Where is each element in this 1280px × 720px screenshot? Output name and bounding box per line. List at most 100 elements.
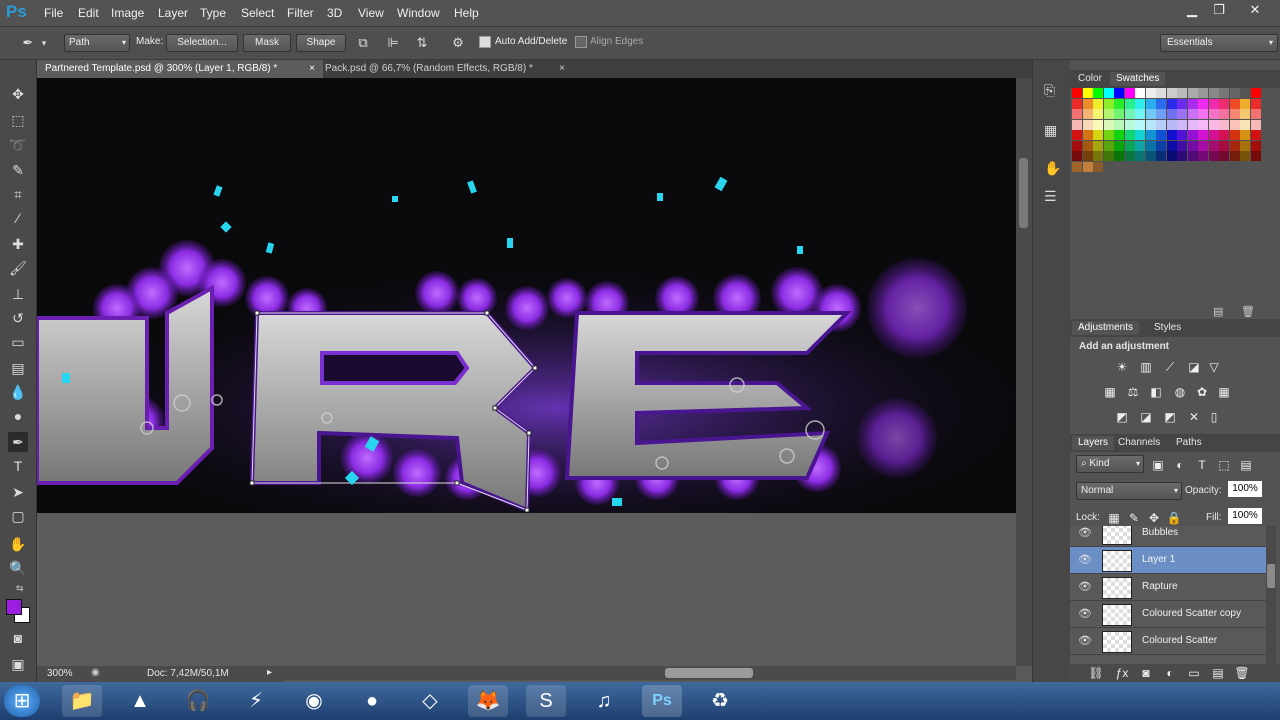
swatch[interactable] [1114, 98, 1124, 109]
auto-add-delete-checkbox[interactable] [479, 36, 491, 48]
horizontal-scrollbar[interactable] [283, 666, 1016, 680]
swatch[interactable] [1124, 130, 1135, 140]
swatch[interactable] [1229, 140, 1240, 151]
itunes-icon[interactable]: ♫ [584, 685, 624, 717]
swatch[interactable] [1219, 88, 1229, 98]
fill-input[interactable]: 100% [1228, 508, 1262, 524]
gear-icon[interactable]: ⚙ [450, 35, 466, 51]
swatch[interactable] [1177, 119, 1187, 130]
layer-row-coloured-scatter[interactable]: 👁 Coloured Scatter [1070, 628, 1266, 655]
swatch[interactable] [1240, 98, 1250, 109]
swatch[interactable] [1219, 140, 1229, 151]
pen-tool-icon[interactable]: ✒ [8, 432, 28, 452]
swatch[interactable] [1198, 140, 1208, 151]
swatch[interactable] [1156, 130, 1166, 140]
swatch[interactable] [1229, 130, 1240, 140]
tab-partnered-template[interactable]: Partnered Template.psd @ 300% (Layer 1, … [37, 60, 323, 78]
audio-icon[interactable]: 🎧 [178, 685, 218, 717]
swatch[interactable] [1156, 109, 1166, 119]
path-selection-tool-icon[interactable]: ➤ [8, 482, 28, 502]
swatch[interactable] [1166, 119, 1177, 130]
tab-layers[interactable]: Layers [1072, 436, 1115, 450]
gradient-map-icon[interactable]: ▯ [1206, 410, 1222, 424]
vibrance-icon[interactable]: ▽ [1206, 360, 1222, 374]
path-alignment-icon[interactable]: ⊫ [385, 35, 401, 51]
history-panel-icon[interactable]: ⎘ [1044, 82, 1060, 98]
swatch[interactable] [1156, 151, 1166, 161]
file-explorer-icon[interactable]: 📁 [62, 685, 102, 717]
swatch[interactable] [1187, 98, 1198, 109]
swatch[interactable] [1198, 109, 1208, 119]
threshold-icon[interactable]: ◩ [1162, 410, 1178, 424]
swatch[interactable] [1166, 140, 1177, 151]
filter-adjustment-icon[interactable]: ◐ [1172, 458, 1188, 472]
minimize-button[interactable]: ▁ [1180, 2, 1204, 18]
tab-paths[interactable]: Paths [1170, 436, 1208, 450]
layer-row-layer-1[interactable]: 👁 Layer 1 [1070, 547, 1266, 574]
invert-icon[interactable]: ◩ [1114, 410, 1130, 424]
swatch[interactable] [1208, 151, 1219, 161]
canvas-area[interactable] [37, 78, 1016, 666]
link-layers-icon[interactable]: ⛓ [1088, 666, 1104, 680]
selective-color-icon[interactable]: ✕ [1186, 410, 1202, 424]
close-icon[interactable]: × [309, 60, 315, 78]
visibility-eye-icon[interactable]: 👁 [1078, 607, 1092, 621]
swatch[interactable] [1166, 98, 1177, 109]
swatch[interactable] [1114, 140, 1124, 151]
swatch[interactable] [1219, 151, 1229, 161]
swatch[interactable] [1124, 140, 1135, 151]
history-brush-tool-icon[interactable]: ↺ [8, 308, 28, 328]
selection-button[interactable]: Selection... [166, 34, 238, 52]
swatch[interactable] [1208, 119, 1219, 130]
swatch[interactable] [1166, 151, 1177, 161]
swatch[interactable] [1114, 109, 1124, 119]
zoom-level[interactable]: 300% [47, 668, 73, 679]
swatch[interactable] [1072, 140, 1082, 151]
swatch[interactable] [1103, 119, 1114, 130]
swatch[interactable] [1082, 119, 1093, 130]
mask-button[interactable]: Mask [243, 34, 291, 52]
swatch[interactable] [1103, 88, 1114, 98]
eraser-tool-icon[interactable]: ▭ [8, 332, 28, 352]
close-window-button[interactable]: ✕ [1243, 2, 1267, 18]
swatch[interactable] [1082, 130, 1093, 140]
swatch[interactable] [1198, 119, 1208, 130]
swatch-grid[interactable] [1072, 88, 1262, 178]
swatch[interactable] [1145, 119, 1156, 130]
fx-icon[interactable]: ƒx [1114, 666, 1130, 680]
swatch[interactable] [1103, 98, 1114, 109]
swatch[interactable] [1082, 98, 1093, 109]
color-lookup-icon[interactable]: ▦ [1216, 385, 1232, 399]
lock-transparent-icon[interactable]: ▦ [1106, 511, 1122, 525]
tab-color[interactable]: Color [1072, 72, 1108, 86]
layer-row-coloured-scatter-copy[interactable]: 👁 Coloured Scatter copy [1070, 601, 1266, 628]
swatch[interactable] [1103, 140, 1114, 151]
menu-type[interactable]: Type [200, 6, 226, 20]
swatch[interactable] [1135, 130, 1145, 140]
swatch[interactable] [1250, 88, 1261, 98]
swatch[interactable] [1187, 140, 1198, 151]
new-swatch-icon[interactable]: ▤ [1213, 305, 1223, 318]
swatch[interactable] [1219, 119, 1229, 130]
restore-button[interactable]: ❐ [1207, 2, 1231, 18]
swatch[interactable] [1219, 130, 1229, 140]
paint-icon[interactable]: ◇ [410, 685, 450, 717]
vertical-scroll-thumb[interactable] [1019, 158, 1028, 228]
swatch[interactable] [1177, 130, 1187, 140]
swatch[interactable] [1166, 130, 1177, 140]
new-fill-layer-icon[interactable]: ◐ [1162, 666, 1178, 680]
swatch[interactable] [1114, 130, 1124, 140]
path-arrangement-icon[interactable]: ⇅ [414, 35, 430, 51]
swatch[interactable] [1198, 130, 1208, 140]
brightness-icon[interactable]: ☀ [1114, 360, 1130, 374]
shape-button[interactable]: Shape [296, 34, 346, 52]
swatch[interactable] [1198, 98, 1208, 109]
tab-styles[interactable]: Styles [1148, 321, 1187, 335]
swatch[interactable] [1187, 109, 1198, 119]
swatch[interactable] [1229, 88, 1240, 98]
vlc-icon[interactable]: ▲ [120, 685, 160, 717]
menu-edit[interactable]: Edit [78, 6, 99, 20]
swatch[interactable] [1250, 130, 1261, 140]
menu-help[interactable]: Help [454, 6, 479, 20]
screen-mode-icon[interactable]: ▣ [8, 654, 28, 674]
